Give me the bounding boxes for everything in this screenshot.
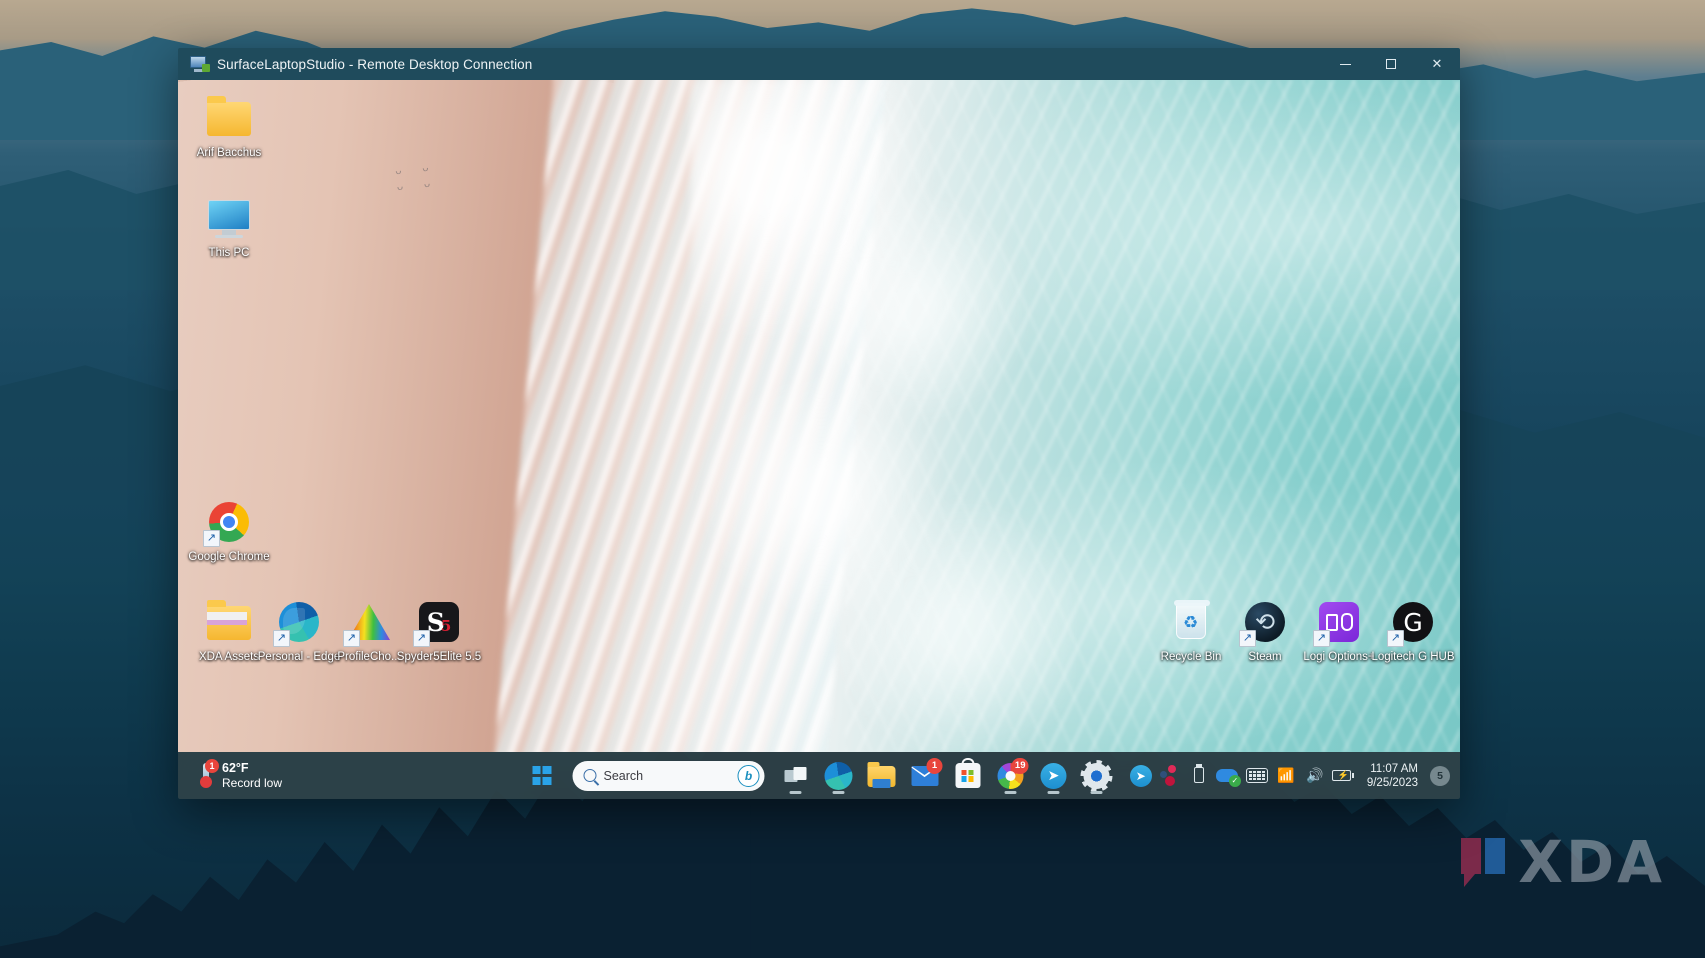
wifi-icon: 📶 (1277, 767, 1294, 784)
close-icon: ✕ (1432, 56, 1443, 72)
color-triangle-icon: ↗ (345, 598, 393, 646)
logitech-ghub-icon: G ↗ (1389, 598, 1437, 646)
settings-gear-icon (1084, 763, 1110, 789)
usb-drive-icon (1191, 765, 1207, 787)
store-icon (955, 763, 980, 788)
weather-badge: 1 (205, 759, 219, 773)
remote-desktop-window[interactable]: SurfaceLaptopStudio - Remote Desktop Con… (178, 48, 1460, 799)
maximize-button[interactable] (1368, 48, 1414, 80)
taskbar-app-task-view[interactable] (776, 756, 816, 796)
taskbar[interactable]: 1 62°F Record low Search b (178, 752, 1460, 799)
tray-network[interactable]: 📶 (1272, 759, 1300, 793)
chrome-icon: ↗ (205, 498, 253, 546)
desktop-icon-label: Google Chrome (188, 551, 269, 564)
recycle-bin-icon: ♻ (1167, 598, 1215, 646)
weather-widget[interactable]: 1 62°F Record low (192, 758, 288, 794)
taskbar-app-settings[interactable] (1077, 756, 1117, 796)
remote-desktop-canvas[interactable]: ᴗ ᴗᴗ ᴗ Arif Bacchus This PC ↗ Google Chr… (178, 80, 1460, 752)
tray-touch-keyboard[interactable] (1243, 759, 1271, 793)
taskbar-center-cluster: Search b 1 (522, 756, 1117, 796)
shortcut-arrow-icon: ↗ (413, 630, 430, 647)
shortcut-arrow-icon: ↗ (273, 630, 290, 647)
desktop-icon-this-pc[interactable]: This PC (186, 194, 272, 260)
desktop-icon-label: Logitech G HUB (1371, 651, 1454, 664)
keyboard-icon (1246, 768, 1268, 783)
desktop-icon-label: Arif Bacchus (197, 147, 262, 160)
steam-icon: ⟲ ↗ (1241, 598, 1289, 646)
weather-text: 62°F Record low (222, 761, 282, 791)
start-button[interactable] (522, 756, 562, 796)
telegram-icon: ➤ (1130, 765, 1152, 787)
clock-date: 9/25/2023 (1367, 776, 1418, 790)
taskbar-app-mail[interactable]: 1 (905, 756, 945, 796)
taskbar-app-file-explorer[interactable] (862, 756, 902, 796)
desktop-icon-label: This PC (209, 247, 250, 260)
tray-volume[interactable]: 🔊 (1301, 759, 1329, 793)
bing-chat-icon[interactable]: b (738, 765, 760, 787)
tray-bloom-app[interactable] (1156, 759, 1184, 793)
taskbar-app-photos[interactable]: 19 (991, 756, 1031, 796)
xda-watermark: XDA (1461, 828, 1665, 896)
desktop-icon-label: XDA Assets (199, 651, 259, 664)
weather-description: Record low (222, 776, 282, 791)
window-titlebar[interactable]: SurfaceLaptopStudio - Remote Desktop Con… (178, 48, 1460, 80)
desktop-icon-label: Steam (1248, 651, 1281, 664)
clock-time: 11:07 AM (1370, 762, 1418, 776)
search-placeholder: Search (604, 769, 731, 783)
shortcut-arrow-icon: ↗ (343, 630, 360, 647)
taskbar-app-microsoft-store[interactable] (948, 756, 988, 796)
shortcut-arrow-icon: ↗ (203, 530, 220, 547)
windows-logo-icon (532, 766, 551, 785)
edge-icon: ↗ (275, 598, 323, 646)
minimize-button[interactable] (1322, 48, 1368, 80)
folder-icon (205, 94, 253, 142)
dots-cluster-icon (1159, 765, 1181, 787)
speaker-icon: 🔊 (1306, 767, 1323, 784)
onedrive-cloud-icon: ✓ (1216, 766, 1240, 786)
tray-onedrive[interactable]: ✓ (1214, 759, 1242, 793)
photos-badge: 19 (1012, 758, 1029, 774)
shortcut-arrow-icon: ↗ (1387, 630, 1404, 647)
shortcut-arrow-icon: ↗ (1239, 630, 1256, 647)
file-explorer-icon (868, 764, 896, 788)
edge-icon (825, 762, 853, 790)
tray-battery[interactable]: ⚡ (1330, 759, 1358, 793)
desktop-icon-label: Recycle Bin (1161, 651, 1222, 664)
mail-badge: 1 (927, 758, 943, 774)
system-tray: ➤ ✓ 📶 🔊 (1127, 752, 1450, 799)
taskbar-app-microsoft-edge[interactable] (819, 756, 859, 796)
shortcut-arrow-icon: ↗ (1313, 630, 1330, 647)
tray-usb-eject[interactable] (1185, 759, 1213, 793)
task-view-icon (785, 767, 807, 784)
xda-bracket-icon (1461, 838, 1505, 886)
clock[interactable]: 11:07 AM 9/25/2023 (1359, 757, 1427, 795)
close-button[interactable]: ✕ (1414, 48, 1460, 80)
remote-desktop-icon (190, 56, 208, 72)
search-input[interactable]: Search b (573, 761, 765, 791)
window-controls: ✕ (1322, 48, 1460, 80)
desktop-icon-label: ProfileCho... (337, 651, 400, 664)
tray-telegram[interactable]: ➤ (1127, 759, 1155, 793)
spyder-icon: S5 ↗ (415, 598, 463, 646)
notification-badge[interactable]: 5 (1430, 766, 1450, 786)
taskbar-app-telegram[interactable]: ➤ (1034, 756, 1074, 796)
desktop-icon-google-chrome[interactable]: ↗ Google Chrome (186, 498, 272, 564)
desktop-icon-spyder5elite[interactable]: S5 ↗ Spyder5Elite 5.5 (396, 598, 482, 664)
desktop-icon-logitech-ghub[interactable]: G ↗ Logitech G HUB (1370, 598, 1456, 664)
telegram-icon: ➤ (1041, 763, 1067, 789)
desktop-icon-label: Logi Options+ (1303, 651, 1374, 664)
monitor-icon (205, 194, 253, 242)
search-icon (584, 769, 597, 782)
xda-wordmark-text: XDA (1518, 828, 1665, 896)
folder-icon (205, 598, 253, 646)
window-title: SurfaceLaptopStudio - Remote Desktop Con… (217, 57, 532, 72)
weather-temperature: 62°F (222, 761, 282, 776)
logi-options-icon: ↗ (1315, 598, 1363, 646)
thermometer-icon: 1 (198, 762, 214, 790)
wallpaper-birds: ᴗ ᴗᴗ ᴗ (394, 159, 439, 195)
battery-charging-icon: ⚡ (1332, 767, 1356, 785)
desktop-icon-arif-bacchus[interactable]: Arif Bacchus (186, 94, 272, 160)
desktop-icon-label: Spyder5Elite 5.5 (397, 651, 481, 664)
